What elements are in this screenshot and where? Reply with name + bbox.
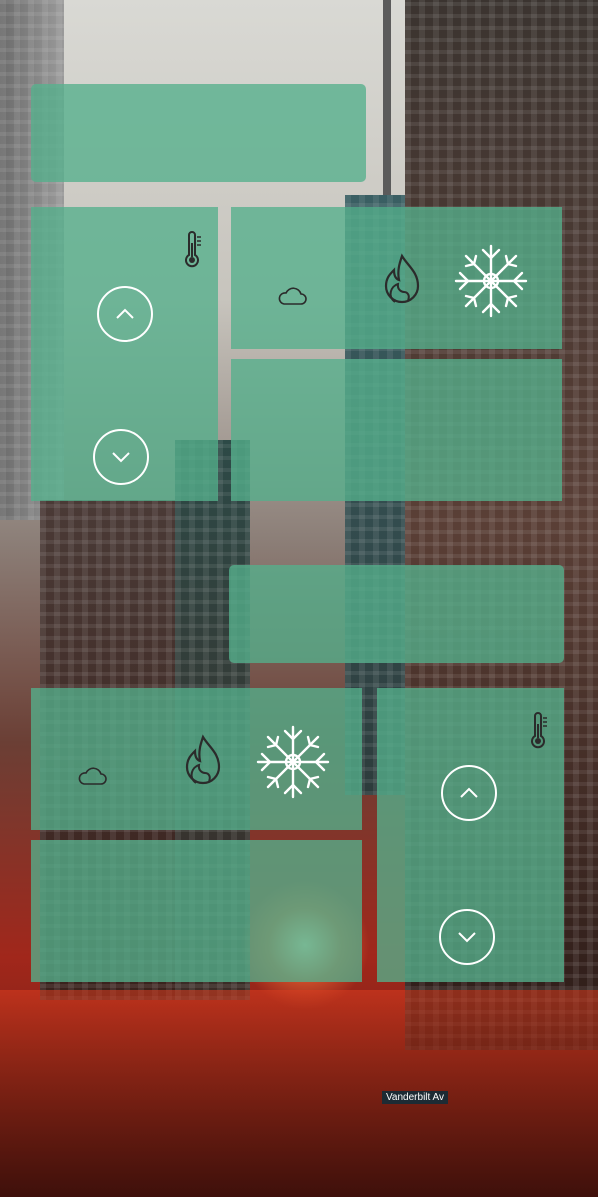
temperature-up-button[interactable] [441,765,497,821]
thermostat-tile-2 [377,688,564,982]
temperature-up-button[interactable] [97,286,153,342]
cloud-icon[interactable] [76,764,108,786]
blank-tile-2[interactable] [31,840,362,982]
thermostat-tile-1 [31,207,218,501]
cloud-icon[interactable] [276,284,308,306]
temperature-down-button[interactable] [439,909,495,965]
chevron-down-icon [458,932,476,943]
blank-tile-1[interactable] [231,359,562,501]
chevron-up-icon [460,787,478,798]
snowflake-icon[interactable] [254,723,332,801]
chevron-down-icon [112,452,130,463]
temperature-down-button[interactable] [93,429,149,485]
street-sign: Vanderbilt Av [382,1091,449,1104]
street [0,990,598,1197]
thermometer-icon [531,712,547,749]
chevron-up-icon [116,308,134,319]
thermometer-icon [185,231,201,268]
flame-icon[interactable] [375,252,429,312]
snowflake-icon[interactable] [452,242,530,320]
flame-icon[interactable] [176,733,230,793]
top-banner-tile[interactable] [31,84,366,182]
mode-tile-1 [231,207,562,349]
mode-tile-2 [31,688,362,830]
middle-banner-tile[interactable] [229,565,564,663]
